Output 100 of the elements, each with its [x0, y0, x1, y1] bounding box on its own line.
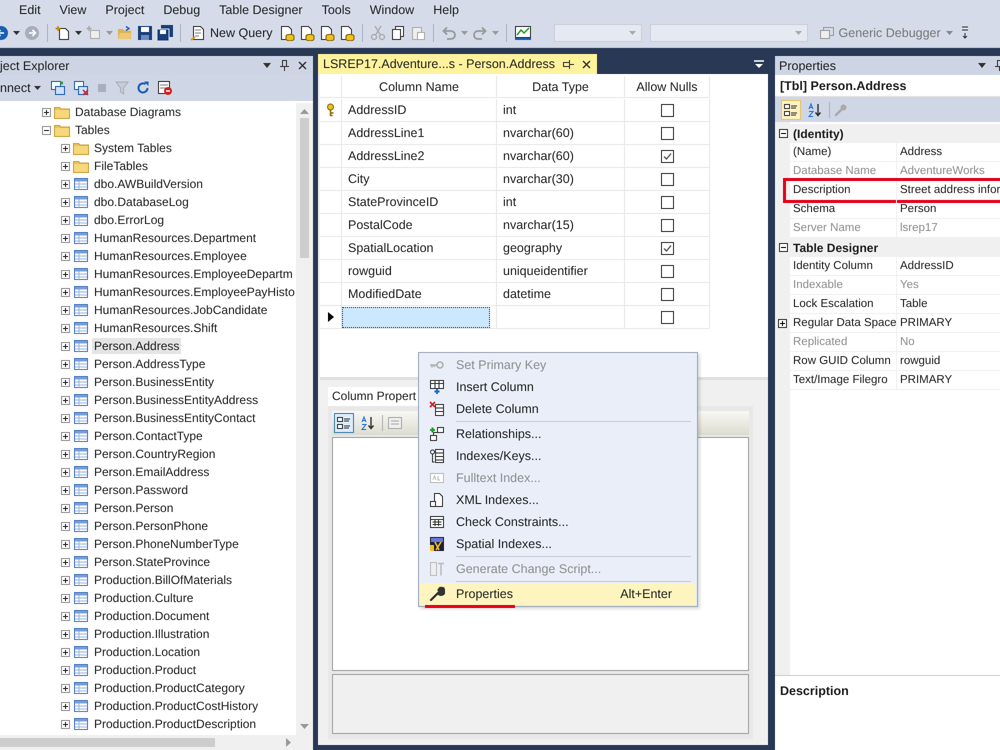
tree-item[interactable]: HumanResources.Shift: [92, 320, 220, 336]
tree-item[interactable]: Person.PhoneNumberType: [92, 536, 241, 552]
expand-icon[interactable]: [61, 324, 70, 332]
caret-icon[interactable]: [13, 31, 20, 35]
tree-item[interactable]: Person.AddressType: [92, 356, 208, 372]
save-icon[interactable]: [137, 25, 153, 41]
menu-item[interactable]: Spatial Indexes...: [420, 533, 696, 555]
checkbox[interactable]: [660, 242, 674, 254]
expand-icon[interactable]: [61, 270, 70, 278]
table-cell[interactable]: ModifiedDate: [342, 283, 497, 306]
menu-item[interactable]: Relationships...: [420, 423, 696, 445]
new-query-button[interactable]: New Query: [188, 25, 275, 41]
view-button[interactable]: [781, 100, 801, 120]
activity-monitor-icon[interactable]: [156, 80, 173, 96]
close-icon[interactable]: [298, 61, 307, 70]
selected-cell[interactable]: [342, 306, 490, 328]
tree-item[interactable]: HumanResources.EmployeeDepartm: [92, 266, 295, 282]
expand-icon[interactable]: [61, 450, 70, 458]
copy-icon[interactable]: [390, 25, 406, 41]
expand-icon[interactable]: [61, 288, 70, 296]
toolbar-grip-icon[interactable]: [960, 25, 969, 41]
expand-icon[interactable]: [61, 414, 70, 422]
panel-tab[interactable]: Column Propert: [328, 387, 420, 406]
property-name[interactable]: Text/Image Filegro: [790, 371, 897, 390]
tree-item[interactable]: Person.BusinessEntity: [92, 374, 216, 390]
table-cell[interactable]: SpatialLocation: [342, 237, 497, 260]
tree-item[interactable]: Person.CountryRegion: [92, 446, 218, 462]
database-query-icon[interactable]: [318, 25, 335, 41]
checkbox[interactable]: [660, 310, 674, 324]
caret-icon[interactable]: [263, 63, 271, 68]
connect-dropdown[interactable]: nnect: [0, 81, 41, 95]
menu-item[interactable]: Project: [98, 2, 152, 16]
tree-item[interactable]: Production.ProductDescription: [92, 716, 258, 732]
tree-item[interactable]: dbo.ErrorLog: [92, 212, 166, 228]
menu-item[interactable]: Indexes/Keys...: [420, 445, 696, 467]
property-value[interactable]: Address: [897, 143, 1000, 162]
expand-icon[interactable]: [61, 486, 70, 494]
open-folder-icon[interactable]: [117, 25, 133, 41]
tree-item[interactable]: FileTables: [92, 158, 150, 174]
expand-icon[interactable]: [61, 504, 70, 512]
property-value[interactable]: Street address infor: [897, 181, 1000, 200]
property-name[interactable]: Identity Column: [790, 257, 897, 276]
tree-item[interactable]: Person.Address: [92, 338, 182, 354]
tree-item[interactable]: Production.Location: [92, 644, 202, 660]
caret-icon[interactable]: [978, 63, 986, 68]
expand-icon[interactable]: [61, 360, 70, 368]
tree-item[interactable]: Production.Document: [92, 608, 212, 624]
table-cell[interactable]: StateProvinceID: [342, 191, 497, 214]
pin-icon[interactable]: [563, 60, 574, 68]
database-query-icon[interactable]: [338, 25, 355, 41]
menu-item[interactable]: Insert Column: [420, 376, 696, 398]
property-value[interactable]: Person: [897, 200, 1000, 219]
scrollbar-thumb[interactable]: [300, 118, 309, 258]
menu-item[interactable]: Properties Alt+Enter: [420, 583, 696, 605]
column-header[interactable]: Allow Nulls: [625, 76, 710, 98]
tree-item[interactable]: HumanResources.JobCandidate: [92, 302, 270, 318]
pin-icon[interactable]: [280, 60, 289, 71]
expand-icon[interactable]: [61, 306, 70, 314]
property-value[interactable]: PRIMARY: [897, 314, 1000, 333]
expand-icon[interactable]: [61, 630, 70, 638]
tab-list-icon[interactable]: [754, 60, 764, 68]
chart-icon[interactable]: [514, 25, 532, 41]
menu-item[interactable]: XML Indexes...: [420, 489, 696, 511]
tree-item[interactable]: Person.PersonPhone: [92, 518, 210, 534]
expand-icon[interactable]: [61, 576, 70, 584]
expand-icon[interactable]: [61, 396, 70, 404]
menu-item[interactable]: Help: [426, 2, 466, 16]
tree-item[interactable]: Tables: [73, 122, 112, 138]
tree-item[interactable]: Person.BusinessEntityContact: [92, 410, 258, 426]
property-value[interactable]: PRIMARY: [897, 371, 1000, 390]
tree-item[interactable]: dbo.AWBuildVersion: [92, 176, 205, 192]
tree-item[interactable]: Production.Illustration: [92, 626, 212, 642]
table-cell[interactable]: int: [497, 99, 625, 122]
property-value[interactable]: AddressID: [897, 257, 1000, 276]
checkbox[interactable]: [660, 218, 674, 232]
save-all-icon[interactable]: [157, 25, 173, 41]
expand-icon[interactable]: [61, 144, 70, 152]
tree-item[interactable]: dbo.DatabaseLog: [92, 194, 191, 210]
property-value[interactable]: Table: [897, 295, 1000, 314]
connect-icon[interactable]: [50, 80, 66, 96]
vertical-scrollbar[interactable]: [296, 103, 313, 735]
property-name[interactable]: (Name): [790, 143, 897, 162]
database-query-icon[interactable]: [298, 25, 315, 41]
expand-icon[interactable]: [61, 666, 70, 674]
table-cell[interactable]: geography: [497, 237, 625, 260]
expand-icon[interactable]: [61, 432, 70, 440]
tree-item[interactable]: HumanResources.Department: [92, 230, 258, 246]
tree-item[interactable]: Production.Culture: [92, 590, 196, 606]
disconnect-icon[interactable]: [72, 80, 89, 96]
new-project-icon[interactable]: [55, 25, 71, 41]
row-header[interactable]: [320, 306, 342, 329]
property-name[interactable]: Row GUID Column: [790, 352, 897, 371]
collapse-icon[interactable]: [779, 243, 788, 252]
expand-icon[interactable]: [61, 468, 70, 476]
expand-icon[interactable]: [61, 684, 70, 692]
tree-item[interactable]: Person.BusinessEntityAddress: [92, 392, 260, 408]
tree-item[interactable]: HumanResources.EmployeePayHisto: [92, 284, 296, 300]
view-button[interactable]: [334, 413, 354, 433]
table-cell[interactable]: AddressID: [342, 99, 497, 122]
tree-item[interactable]: Person.StateProvince: [92, 554, 212, 570]
